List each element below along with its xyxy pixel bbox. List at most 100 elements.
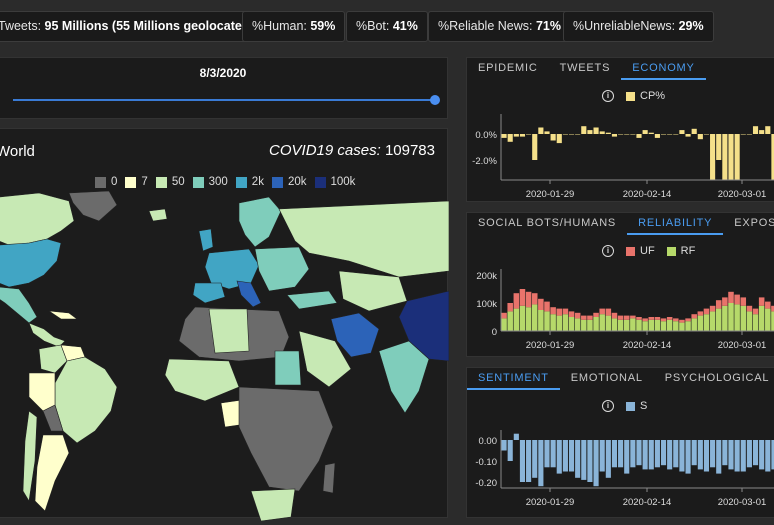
bar-s <box>538 440 544 487</box>
economy-legend: i CP% <box>602 90 677 102</box>
bar-cp <box>648 132 654 134</box>
bar-s <box>642 440 648 470</box>
map-legend-swatch <box>271 176 283 188</box>
bar-s <box>716 440 722 474</box>
bar-s <box>691 440 697 466</box>
y-tick-label: -2.0% <box>472 156 497 167</box>
stat-human: %Human: 59% <box>242 11 346 42</box>
sentiment-panel: SENTIMENT EMOTIONAL PSYCHOLOGICAL i S 0.00… <box>466 367 774 518</box>
bar-s <box>630 440 636 468</box>
legend-swatch-uf <box>626 246 635 256</box>
bar-rf <box>630 318 636 331</box>
x-tick-label: 2020-02-14 <box>623 340 672 351</box>
bar-s <box>568 440 575 472</box>
bar-s <box>765 440 771 472</box>
map-country-algeria <box>208 308 250 354</box>
bar-uf <box>581 315 587 320</box>
map-country-egypt <box>274 350 302 386</box>
bar-rf <box>734 304 740 331</box>
info-icon[interactable]: i <box>602 245 614 257</box>
bar-uf <box>593 312 599 317</box>
bar-s <box>599 440 605 472</box>
bar-uf <box>691 314 697 319</box>
bar-s <box>679 440 685 472</box>
reliability-tabs: SOCIAL BOTS/HUMANSRELIABILITYEXPOSURE <box>467 213 774 235</box>
bar-uf <box>525 291 532 308</box>
map-country-cuba <box>48 310 78 320</box>
bar-s <box>605 440 611 478</box>
bar-rf <box>538 310 544 331</box>
x-tick-label: 2020-03-01 <box>718 497 767 508</box>
bar-uf <box>740 297 747 306</box>
stat-unreliable-news: %UnreliableNews: 29% <box>563 11 714 42</box>
legend-label-uf: UF <box>640 245 655 257</box>
map-country-spain <box>192 282 226 304</box>
map-legend-item: 300 <box>192 176 228 188</box>
bar-cp <box>740 134 746 135</box>
bar-rf <box>599 314 605 331</box>
bar-rf <box>507 311 513 331</box>
bar-cp <box>519 134 526 137</box>
bar-rf <box>685 321 691 331</box>
bar-uf <box>685 318 691 322</box>
bar-uf <box>568 311 575 317</box>
bar-cp <box>593 127 599 134</box>
tab-epidemic[interactable]: EPIDEMIC <box>467 58 549 80</box>
info-icon[interactable]: i <box>602 90 614 102</box>
bar-rf <box>722 305 728 331</box>
info-icon[interactable]: i <box>602 400 614 412</box>
map-country-usa <box>0 238 62 288</box>
map-country-scandinavia <box>238 196 282 248</box>
timeline-date: 8/3/2020 <box>199 66 247 80</box>
bar-cp <box>752 126 759 134</box>
bar-rf <box>752 314 759 331</box>
bar-uf <box>660 318 667 322</box>
map-country-peru <box>28 372 56 412</box>
map-country-turkey <box>286 290 338 310</box>
timeline-slider-track[interactable] <box>13 99 435 101</box>
bar-cp <box>550 134 556 141</box>
reliability-legend: i UF RF <box>602 245 707 257</box>
bar-cp <box>691 128 697 134</box>
map-country-canada <box>0 192 75 246</box>
bar-s <box>703 440 710 472</box>
timeline-slider-handle[interactable] <box>430 95 440 105</box>
map-legend-item: 100k <box>314 176 355 188</box>
bar-cp <box>599 131 605 134</box>
bar-cp <box>587 130 593 134</box>
bar-cp <box>679 130 685 134</box>
map-country-brazil <box>54 356 118 444</box>
bar-rf <box>666 319 673 331</box>
bar-s <box>734 440 740 472</box>
bar-rf <box>605 315 612 331</box>
tab-reliability[interactable]: RELIABILITY <box>627 213 724 235</box>
tab-emotional[interactable]: EMOTIONAL <box>560 368 654 390</box>
tab-psychological[interactable]: PSYCHOLOGICAL <box>654 368 774 390</box>
bar-cp <box>624 134 630 135</box>
bar-s <box>636 440 642 466</box>
bar-rf <box>556 315 563 331</box>
tab-social-bots-humans[interactable]: SOCIAL BOTS/HUMANS <box>467 213 627 235</box>
y-tick-label: 0.00 <box>479 436 498 447</box>
map-legend-item: 0 <box>95 176 117 188</box>
bar-rf <box>581 319 587 331</box>
bar-uf <box>666 317 673 320</box>
tab-sentiment[interactable]: SENTIMENT <box>467 368 560 390</box>
tab-exposure[interactable]: EXPOSURE <box>723 213 774 235</box>
map-country-chile <box>22 410 38 502</box>
map-legend-item: 50 <box>155 176 185 188</box>
bar-uf <box>630 315 636 319</box>
bar-rf <box>740 305 747 331</box>
world-map[interactable] <box>0 191 449 521</box>
bar-uf <box>617 315 624 320</box>
tab-tweets[interactable]: TWEETS <box>549 58 622 80</box>
economy-tabs: EPIDEMIC TWEETS ECONOMY <box>467 58 706 80</box>
map-country-madagascar <box>322 462 336 494</box>
map-legend: 0 7 50 300 2k 20k 100k <box>95 176 363 188</box>
bar-cp <box>746 134 752 135</box>
tab-economy[interactable]: ECONOMY <box>621 58 706 80</box>
map-legend-label: 300 <box>208 176 228 188</box>
bar-rf <box>544 311 550 331</box>
bar-rf <box>501 318 507 331</box>
timeline-panel: 8/3/2020 <box>0 57 448 119</box>
